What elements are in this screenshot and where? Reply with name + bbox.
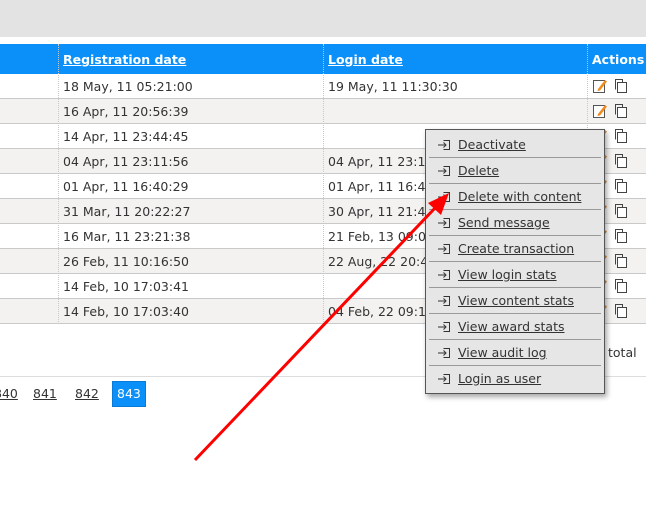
annotation-arrow [193,193,449,462]
